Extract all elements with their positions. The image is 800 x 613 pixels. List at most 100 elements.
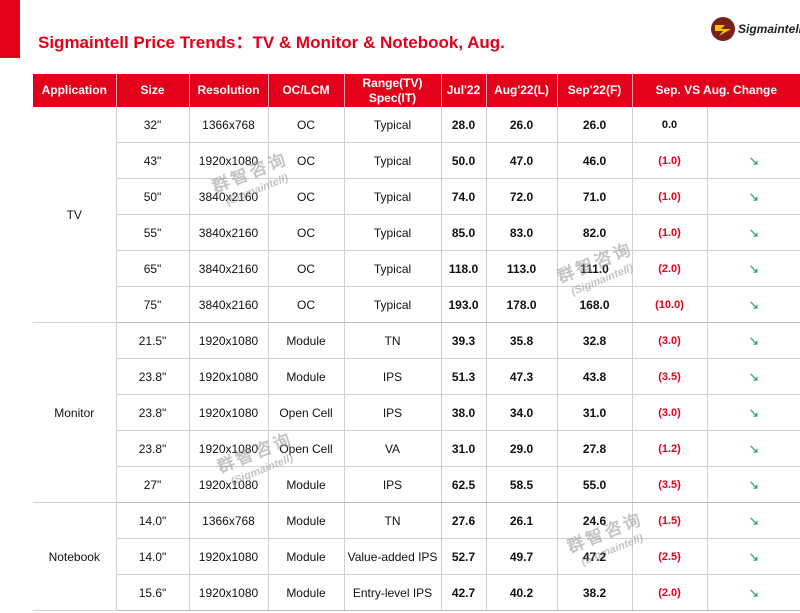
sep-price-cell: 32.8 bbox=[556, 322, 632, 359]
aug-price-cell: 113.0 bbox=[485, 250, 557, 287]
header-change: Sep. VS Aug. Change bbox=[631, 74, 800, 107]
size-cell: 43" bbox=[115, 142, 189, 179]
logo-text: Sigmaintell bbox=[738, 22, 800, 36]
table-body: TV 32" 1366x768 OC Typical 28.0 26.0 26.0 0.0 43"… bbox=[33, 107, 800, 611]
change-cell: (3.0) bbox=[631, 394, 707, 431]
application-cell: Monitor bbox=[33, 322, 116, 503]
sep-price-cell: 71.0 bbox=[556, 178, 632, 215]
size-cell: 23.8" bbox=[115, 430, 189, 467]
table-row: 14.0" 1920x1080 Module Value-added IPS 52.7 4… bbox=[33, 538, 800, 575]
sep-price-cell: 38.2 bbox=[556, 574, 632, 611]
jul-price-cell: 118.0 bbox=[440, 250, 486, 287]
jul-price-cell: 31.0 bbox=[440, 430, 486, 467]
sep-price-cell: 46.0 bbox=[556, 142, 632, 179]
resolution-cell: 1366x768 bbox=[188, 107, 268, 143]
spec-cell: Value-added IPS bbox=[343, 538, 441, 575]
header-oc-lcm: OC/LCM bbox=[267, 74, 344, 107]
header-resolution: Resolution bbox=[188, 74, 268, 107]
oc-lcm-cell: OC bbox=[267, 250, 344, 287]
oc-lcm-cell: OC bbox=[267, 107, 344, 143]
size-cell: 55" bbox=[115, 214, 189, 251]
table-header-row: Application Size Resolution OC/LCM Range… bbox=[33, 74, 800, 107]
trend-arrow-icon bbox=[706, 107, 800, 143]
aug-price-cell: 49.7 bbox=[485, 538, 557, 575]
trend-arrow-icon: ↘ bbox=[706, 178, 800, 215]
resolution-cell: 1920x1080 bbox=[188, 142, 268, 179]
spec-cell: IPS bbox=[343, 466, 441, 503]
change-cell: (2.0) bbox=[631, 574, 707, 611]
oc-lcm-cell: Module bbox=[267, 538, 344, 575]
trend-arrow-icon: ↘ bbox=[706, 574, 800, 611]
table-row: 65" 3840x2160 OC Typical 118.0 113.0 111.0 (2.0… bbox=[33, 250, 800, 287]
table-row: 75" 3840x2160 OC Typical 193.0 178.0 168.0 (10.… bbox=[33, 286, 800, 323]
sep-price-cell: 168.0 bbox=[556, 286, 632, 323]
jul-price-cell: 42.7 bbox=[440, 574, 486, 611]
oc-lcm-cell: Module bbox=[267, 358, 344, 395]
table-row: 55" 3840x2160 OC Typical 85.0 83.0 82.0 (1.0) ↘ bbox=[33, 214, 800, 251]
oc-lcm-cell: OC bbox=[267, 142, 344, 179]
resolution-cell: 3840x2160 bbox=[188, 286, 268, 323]
header-aug: Aug'22(L) bbox=[485, 74, 557, 107]
resolution-cell: 1366x768 bbox=[188, 502, 268, 539]
trend-arrow-icon: ↘ bbox=[706, 250, 800, 287]
sep-price-cell: 47.2 bbox=[556, 538, 632, 575]
jul-price-cell: 27.6 bbox=[440, 502, 486, 539]
header-application: Application bbox=[33, 74, 116, 107]
resolution-cell: 3840x2160 bbox=[188, 178, 268, 215]
sep-price-cell: 43.8 bbox=[556, 358, 632, 395]
change-cell: (1.0) bbox=[631, 142, 707, 179]
table-row: 23.8" 1920x1080 Open Cell IPS 38.0 34.0 31.0 (3… bbox=[33, 394, 800, 431]
aug-price-cell: 58.5 bbox=[485, 466, 557, 503]
table-row: 15.6" 1920x1080 Module Entry-level IPS 42.7 4… bbox=[33, 574, 800, 611]
spec-cell: Entry-level IPS bbox=[343, 574, 441, 611]
oc-lcm-cell: Open Cell bbox=[267, 430, 344, 467]
change-cell: (1.2) bbox=[631, 430, 707, 467]
accent-side-bar bbox=[0, 0, 20, 58]
aug-price-cell: 83.0 bbox=[485, 214, 557, 251]
table-row: 50" 3840x2160 OC Typical 74.0 72.0 71.0 (1.0) ↘ bbox=[33, 178, 800, 215]
aug-price-cell: 35.8 bbox=[485, 322, 557, 359]
trend-arrow-icon: ↘ bbox=[706, 430, 800, 467]
resolution-cell: 1920x1080 bbox=[188, 430, 268, 467]
sep-price-cell: 24.6 bbox=[556, 502, 632, 539]
sep-price-cell: 55.0 bbox=[556, 466, 632, 503]
size-cell: 23.8" bbox=[115, 394, 189, 431]
table-row: 23.8" 1920x1080 Open Cell VA 31.0 29.0 27.8 (1.… bbox=[33, 430, 800, 467]
sep-price-cell: 31.0 bbox=[556, 394, 632, 431]
table-row: 27" 1920x1080 Module IPS 62.5 58.5 55.0 (3.5) ↘ bbox=[33, 466, 800, 503]
oc-lcm-cell: Module bbox=[267, 574, 344, 611]
jul-price-cell: 85.0 bbox=[440, 214, 486, 251]
size-cell: 23.8" bbox=[115, 358, 189, 395]
change-cell: (2.5) bbox=[631, 538, 707, 575]
logo-mark-icon bbox=[711, 17, 735, 41]
sep-price-cell: 27.8 bbox=[556, 430, 632, 467]
header-range-line1: Range(TV) bbox=[362, 75, 423, 90]
spec-cell: TN bbox=[343, 502, 441, 539]
aug-price-cell: 34.0 bbox=[485, 394, 557, 431]
trend-arrow-icon: ↘ bbox=[706, 358, 800, 395]
oc-lcm-cell: OC bbox=[267, 286, 344, 323]
change-cell: (3.5) bbox=[631, 358, 707, 395]
trend-arrow-icon: ↘ bbox=[706, 502, 800, 539]
trend-arrow-icon: ↘ bbox=[706, 322, 800, 359]
change-cell: (3.0) bbox=[631, 322, 707, 359]
application-cell: Notebook bbox=[33, 502, 116, 611]
size-cell: 27" bbox=[115, 466, 189, 503]
resolution-cell: 1920x1080 bbox=[188, 394, 268, 431]
oc-lcm-cell: Open Cell bbox=[267, 394, 344, 431]
change-cell: 0.0 bbox=[631, 107, 707, 143]
sep-price-cell: 82.0 bbox=[556, 214, 632, 251]
size-cell: 32" bbox=[115, 107, 189, 143]
spec-cell: VA bbox=[343, 430, 441, 467]
table-row: 23.8" 1920x1080 Module IPS 51.3 47.3 43.8 (3.5)… bbox=[33, 358, 800, 395]
header-jul: Jul'22 bbox=[440, 74, 486, 107]
application-cell: TV bbox=[33, 107, 116, 323]
change-cell: (3.5) bbox=[631, 466, 707, 503]
size-cell: 65" bbox=[115, 250, 189, 287]
jul-price-cell: 39.3 bbox=[440, 322, 486, 359]
oc-lcm-cell: OC bbox=[267, 214, 344, 251]
resolution-cell: 1920x1080 bbox=[188, 322, 268, 359]
oc-lcm-cell: Module bbox=[267, 322, 344, 359]
oc-lcm-cell: Module bbox=[267, 502, 344, 539]
table-row: Notebook 14.0" 1366x768 Module TN 27.6 26.1 24.… bbox=[33, 502, 800, 611]
